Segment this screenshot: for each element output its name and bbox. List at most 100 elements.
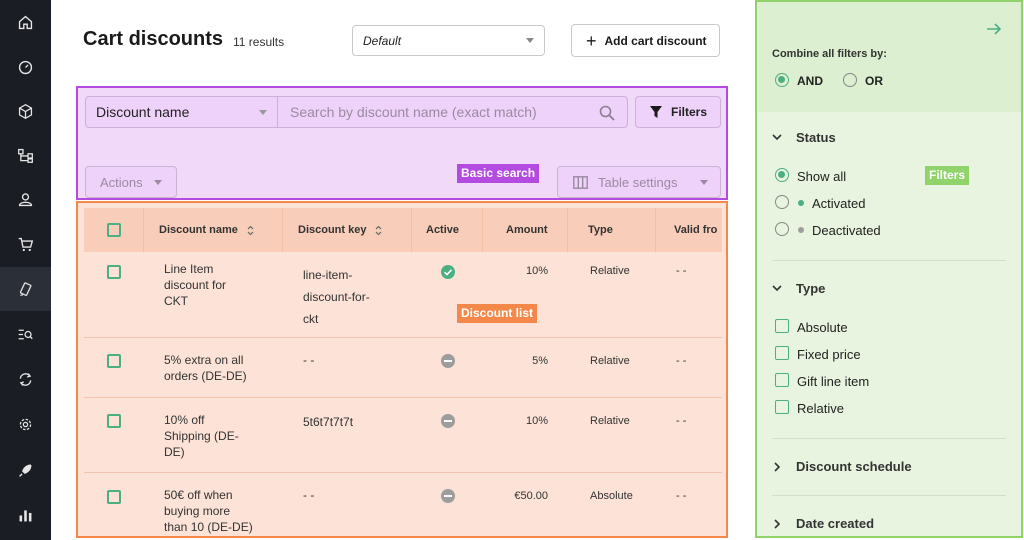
- type-gift-line-item-label: Gift line item: [797, 374, 870, 389]
- nav-discounts[interactable]: [0, 267, 51, 311]
- nav-search-content[interactable]: [0, 312, 51, 356]
- columns-icon: [573, 175, 588, 189]
- nav-categories[interactable]: [0, 133, 51, 177]
- combine-and-label: AND: [797, 74, 823, 88]
- type-absolute-checkbox[interactable]: [775, 319, 789, 333]
- type-fixed-price-checkbox[interactable]: [775, 346, 789, 360]
- type-cell: Relative: [590, 415, 630, 427]
- chevron-down-icon: [526, 38, 534, 43]
- type-section-toggle[interactable]: Type: [772, 281, 825, 296]
- text-line: line-item-: [303, 268, 353, 282]
- row-checkbox[interactable]: [107, 414, 121, 428]
- select-all-checkbox[interactable]: [107, 223, 121, 237]
- nav-home[interactable]: [0, 0, 51, 44]
- categories-icon: [18, 148, 33, 163]
- text-line: 5% extra on all: [164, 353, 244, 367]
- launch-icon: [19, 464, 32, 477]
- discount-list-panel: Discount name Discount key Active Amount…: [76, 201, 728, 538]
- nav-dashboard[interactable]: [0, 45, 51, 89]
- text-line: 10% off: [164, 413, 205, 427]
- row-checkbox[interactable]: [107, 354, 121, 368]
- table-row[interactable]: 50€ off when buying more than 10 (DE-DE)…: [84, 473, 722, 536]
- discount-key-cell: 5t6t7t7t7t: [303, 415, 354, 429]
- column-header-valid-from[interactable]: Valid fro: [674, 208, 717, 252]
- nav-customers[interactable]: [0, 177, 51, 221]
- combine-or-radio[interactable]: [843, 73, 857, 87]
- table-settings-button[interactable]: Table settings: [557, 166, 721, 198]
- filters-annotation: Filters: [925, 166, 970, 185]
- basic-search-annotation: Basic search: [457, 164, 540, 183]
- status-section-toggle[interactable]: Status: [772, 130, 836, 145]
- column-header-label: Type: [588, 224, 613, 236]
- amount-cell: 10%: [525, 265, 548, 277]
- type-cell: Relative: [590, 265, 630, 277]
- column-header-amount[interactable]: Amount: [506, 208, 548, 252]
- column-header-discount-key[interactable]: Discount key: [298, 208, 382, 252]
- valid-from-cell: - -: [676, 355, 687, 367]
- search-input[interactable]: Search by discount name (exact match): [278, 96, 628, 128]
- discount-name-cell: 10% off Shipping (DE- DE): [164, 412, 274, 460]
- text-line: CKT: [164, 294, 188, 308]
- actions-button-label: Actions: [100, 174, 143, 190]
- table-row[interactable]: Line Item discount for CKT line-item- di…: [84, 252, 722, 338]
- status-deactivated-label: Deactivated: [812, 223, 881, 238]
- chevron-down-icon: [700, 180, 708, 185]
- page-title: Cart discounts: [83, 28, 224, 50]
- add-cart-discount-button[interactable]: + Add cart discount: [571, 24, 720, 57]
- text-line: DE): [164, 445, 185, 459]
- discount-schedule-title: Discount schedule: [796, 459, 912, 474]
- nav-products[interactable]: [0, 89, 51, 133]
- nav-analytics[interactable]: [0, 493, 51, 537]
- operations-icon: [19, 372, 32, 386]
- row-checkbox[interactable]: [107, 265, 121, 279]
- column-header-active[interactable]: Active: [426, 208, 459, 252]
- text-line: Line Item: [164, 262, 214, 276]
- nav-operations[interactable]: [0, 357, 51, 401]
- type-cell: Relative: [590, 355, 630, 367]
- nav-launch[interactable]: [0, 448, 51, 492]
- discount-key-cell: - -: [303, 353, 315, 367]
- status-section-title: Status: [796, 130, 836, 145]
- nav-settings[interactable]: [0, 402, 51, 446]
- search-icon[interactable]: [599, 105, 615, 121]
- type-cell: Absolute: [590, 490, 633, 502]
- discount-name-cell: Line Item discount for CKT: [164, 261, 274, 309]
- combine-and-radio[interactable]: [775, 73, 789, 87]
- actions-button[interactable]: Actions: [85, 166, 177, 198]
- table-row[interactable]: 10% off Shipping (DE- DE) 5t6t7t7t7t 10%…: [84, 398, 722, 473]
- funnel-icon: [649, 106, 662, 118]
- table-row[interactable]: 5% extra on all orders (DE-DE) - - 5% Re…: [84, 338, 722, 398]
- date-created-title: Date created: [796, 516, 875, 531]
- filters-button-label: Filters: [670, 105, 707, 119]
- search-field-select[interactable]: Discount name: [85, 96, 278, 128]
- active-check-icon: [441, 265, 455, 279]
- main-nav: [0, 0, 51, 540]
- column-header-type[interactable]: Type: [588, 208, 613, 252]
- arrow-right-icon[interactable]: [986, 22, 1002, 36]
- row-checkbox[interactable]: [107, 490, 121, 504]
- amount-cell: €50.00: [514, 490, 548, 502]
- sort-icon: [376, 225, 382, 235]
- discount-schedule-toggle[interactable]: Discount schedule: [772, 459, 912, 474]
- type-relative-checkbox[interactable]: [775, 400, 789, 414]
- text-line: discount for: [164, 278, 227, 292]
- date-created-toggle[interactable]: Date created: [772, 516, 874, 531]
- column-header-discount-name[interactable]: Discount name: [159, 208, 254, 252]
- column-header-label: Discount key: [298, 224, 367, 236]
- filters-button[interactable]: Filters: [635, 96, 721, 128]
- chevron-right-icon: [774, 518, 781, 529]
- status-deactivated-radio[interactable]: [775, 222, 789, 236]
- valid-from-cell: - -: [676, 415, 687, 427]
- discount-name-cell: 50€ off when buying more than 10 (DE-DE): [164, 487, 279, 535]
- column-divider: [567, 208, 568, 252]
- column-header-label: Active: [426, 224, 460, 236]
- chevron-down-icon: [772, 134, 782, 141]
- status-show-all-radio[interactable]: [775, 168, 789, 182]
- status-activated-label: Activated: [812, 196, 866, 211]
- status-activated-radio[interactable]: [775, 195, 789, 209]
- nav-orders[interactable]: [0, 222, 51, 266]
- chevron-down-icon: [259, 110, 267, 115]
- view-select[interactable]: Default: [352, 25, 545, 56]
- add-cart-discount-label: Add cart discount: [604, 33, 707, 48]
- type-gift-line-item-checkbox[interactable]: [775, 373, 789, 387]
